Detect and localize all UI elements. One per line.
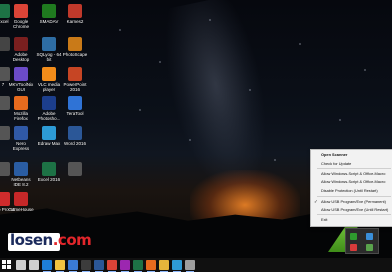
windows-logo-icon-part xyxy=(2,265,6,269)
desktop-icon-label: Mozilla Firefox xyxy=(13,111,28,122)
desktop-icon-label: Nero Express xyxy=(12,141,30,152)
app-icon xyxy=(68,37,82,51)
photos-icon[interactable] xyxy=(172,260,182,272)
desktop-icon[interactable]: Edraw Max xyxy=(36,126,62,146)
desktop-icon[interactable]: Word 2016 xyxy=(62,126,88,146)
context-menu-item[interactable]: Open Scanner xyxy=(311,151,392,159)
store-icon[interactable] xyxy=(68,260,78,272)
smadav-tray-icon[interactable] xyxy=(350,233,357,240)
app-icon xyxy=(14,192,28,206)
desktop-icon-label: GameHouse xyxy=(8,207,34,212)
desktop-icon[interactable]: SMADAV xyxy=(36,4,62,24)
desktop-icon[interactable]: Nero Express xyxy=(8,126,34,151)
smadav-context-menu: Open Scanner Check for Update Allow Window… xyxy=(310,149,392,227)
app-icon xyxy=(42,96,56,110)
desktop-icon-label: Karnes2 xyxy=(66,19,84,24)
desktop-icon[interactable]: VLC media player xyxy=(36,67,62,92)
app-icon xyxy=(14,37,28,51)
menu-separator xyxy=(317,214,391,215)
tray-overflow-flyout xyxy=(345,228,379,254)
app-icon xyxy=(42,67,56,81)
desktop-icon-label: SQLyog - 64 bit xyxy=(36,52,62,63)
word-icon[interactable] xyxy=(94,260,104,272)
app-icon xyxy=(42,37,56,51)
context-menu-item[interactable]: Allow Windows-Script & Office-Macro xyxy=(311,178,392,186)
app-icon xyxy=(68,96,82,110)
desktop-icon-label: SMADAV xyxy=(39,19,59,24)
desktop-icon[interactable]: Google Chrome xyxy=(8,4,34,29)
media-icon[interactable] xyxy=(120,260,130,272)
menu-separator xyxy=(317,168,391,169)
desktop-icon-label: Excel 2016 xyxy=(37,177,61,182)
context-menu-item[interactable]: Allow Windows-Script & Office-Macro xyxy=(311,170,392,178)
desktop-icon-label: Adobe Desktop xyxy=(12,52,30,63)
search-icon[interactable] xyxy=(16,260,26,270)
settings-icon[interactable] xyxy=(185,260,195,272)
app-icon xyxy=(68,126,82,140)
app-icon xyxy=(42,126,56,140)
context-menu-item[interactable]: Check for Update xyxy=(311,160,392,168)
context-menu-item[interactable]: Allow USB Program/Exe (Until Restart) xyxy=(311,206,392,214)
app-icon xyxy=(68,162,82,176)
desktop-icon[interactable]: TeraTool xyxy=(62,96,88,116)
app-icon xyxy=(68,67,82,81)
desktop-icon[interactable]: SQLyog - 64 bit xyxy=(36,37,62,62)
chrome-icon[interactable] xyxy=(107,260,117,272)
desktop-icon[interactable]: Karnes2 xyxy=(62,4,88,24)
app-icon xyxy=(42,162,56,176)
desktop-icon[interactable]: Netbeans IDE 8.2 xyxy=(8,162,34,187)
context-menu-item[interactable]: Disable Protection (Until Restart) xyxy=(311,187,392,195)
desktop-icon[interactable]: Adobe Desktop xyxy=(8,37,34,62)
desktop-icon[interactable]: PhotoScape xyxy=(62,37,88,57)
windows-logo-icon-part xyxy=(7,260,11,264)
desktop-icon-label: VLC media player xyxy=(37,82,61,93)
excel-icon[interactable] xyxy=(133,260,143,272)
desktop-icon[interactable]: Excel 2016 xyxy=(36,162,62,182)
app-icon xyxy=(68,4,82,18)
watermark-suffix: .com xyxy=(52,231,92,249)
windows-logo-icon xyxy=(2,260,6,264)
folder-icon[interactable] xyxy=(159,260,169,272)
shield-tray-icon[interactable] xyxy=(350,244,357,251)
desktop-icon[interactable] xyxy=(62,162,88,177)
taskbar xyxy=(0,258,392,272)
desktop-icon-label: Adobe Photosho... xyxy=(37,111,61,122)
desktop-icon[interactable]: Adobe Photosho... xyxy=(36,96,62,121)
app-icon xyxy=(14,126,28,140)
desktop-icon-label: Google Chrome xyxy=(12,19,29,30)
edge-icon[interactable] xyxy=(42,260,52,272)
app-icon xyxy=(14,67,28,81)
desktop-icon-label: Netbeans IDE 8.2 xyxy=(11,177,31,188)
app-icon xyxy=(14,96,28,110)
context-menu-item[interactable]: Exit xyxy=(311,216,392,224)
update-tray-icon[interactable] xyxy=(366,244,373,251)
terminal-icon[interactable] xyxy=(81,260,91,272)
firefox-icon[interactable] xyxy=(146,260,156,272)
horizon-glow xyxy=(190,170,300,220)
desktop-icon-label: TeraTool xyxy=(66,111,84,116)
desktop-icon-label: Edraw Max xyxy=(37,141,61,146)
desktop-icon[interactable]: MKVToolNix GUI xyxy=(8,67,34,92)
file-explorer-icon[interactable] xyxy=(55,260,65,272)
desktop-icon[interactable]: PowerPoint 2016 xyxy=(62,67,88,92)
network-tray-icon[interactable] xyxy=(366,233,373,240)
desktop-icon-label: Word 2016 xyxy=(64,141,86,146)
windows-logo-icon-part xyxy=(7,265,11,269)
watermark: losen.com xyxy=(8,231,92,251)
desktop-icon-label: MKVToolNix GUI xyxy=(8,82,34,93)
app-icon xyxy=(14,162,28,176)
desktop-icon[interactable]: GameHouse xyxy=(8,192,34,212)
menu-separator xyxy=(317,196,391,197)
app-icon xyxy=(42,4,56,18)
app-icon xyxy=(14,4,28,18)
task-view-icon[interactable] xyxy=(29,260,39,270)
watermark-text: losen xyxy=(10,231,53,249)
desktop-icon[interactable]: Mozilla Firefox xyxy=(8,96,34,121)
desktop-icon-label: PowerPoint 2016 xyxy=(63,82,87,93)
start-button[interactable] xyxy=(2,260,12,270)
desktop-icon-label: PhotoScape xyxy=(62,52,88,57)
context-menu-item[interactable]: Allow USB Program/Exe (Permanent) xyxy=(311,198,392,206)
